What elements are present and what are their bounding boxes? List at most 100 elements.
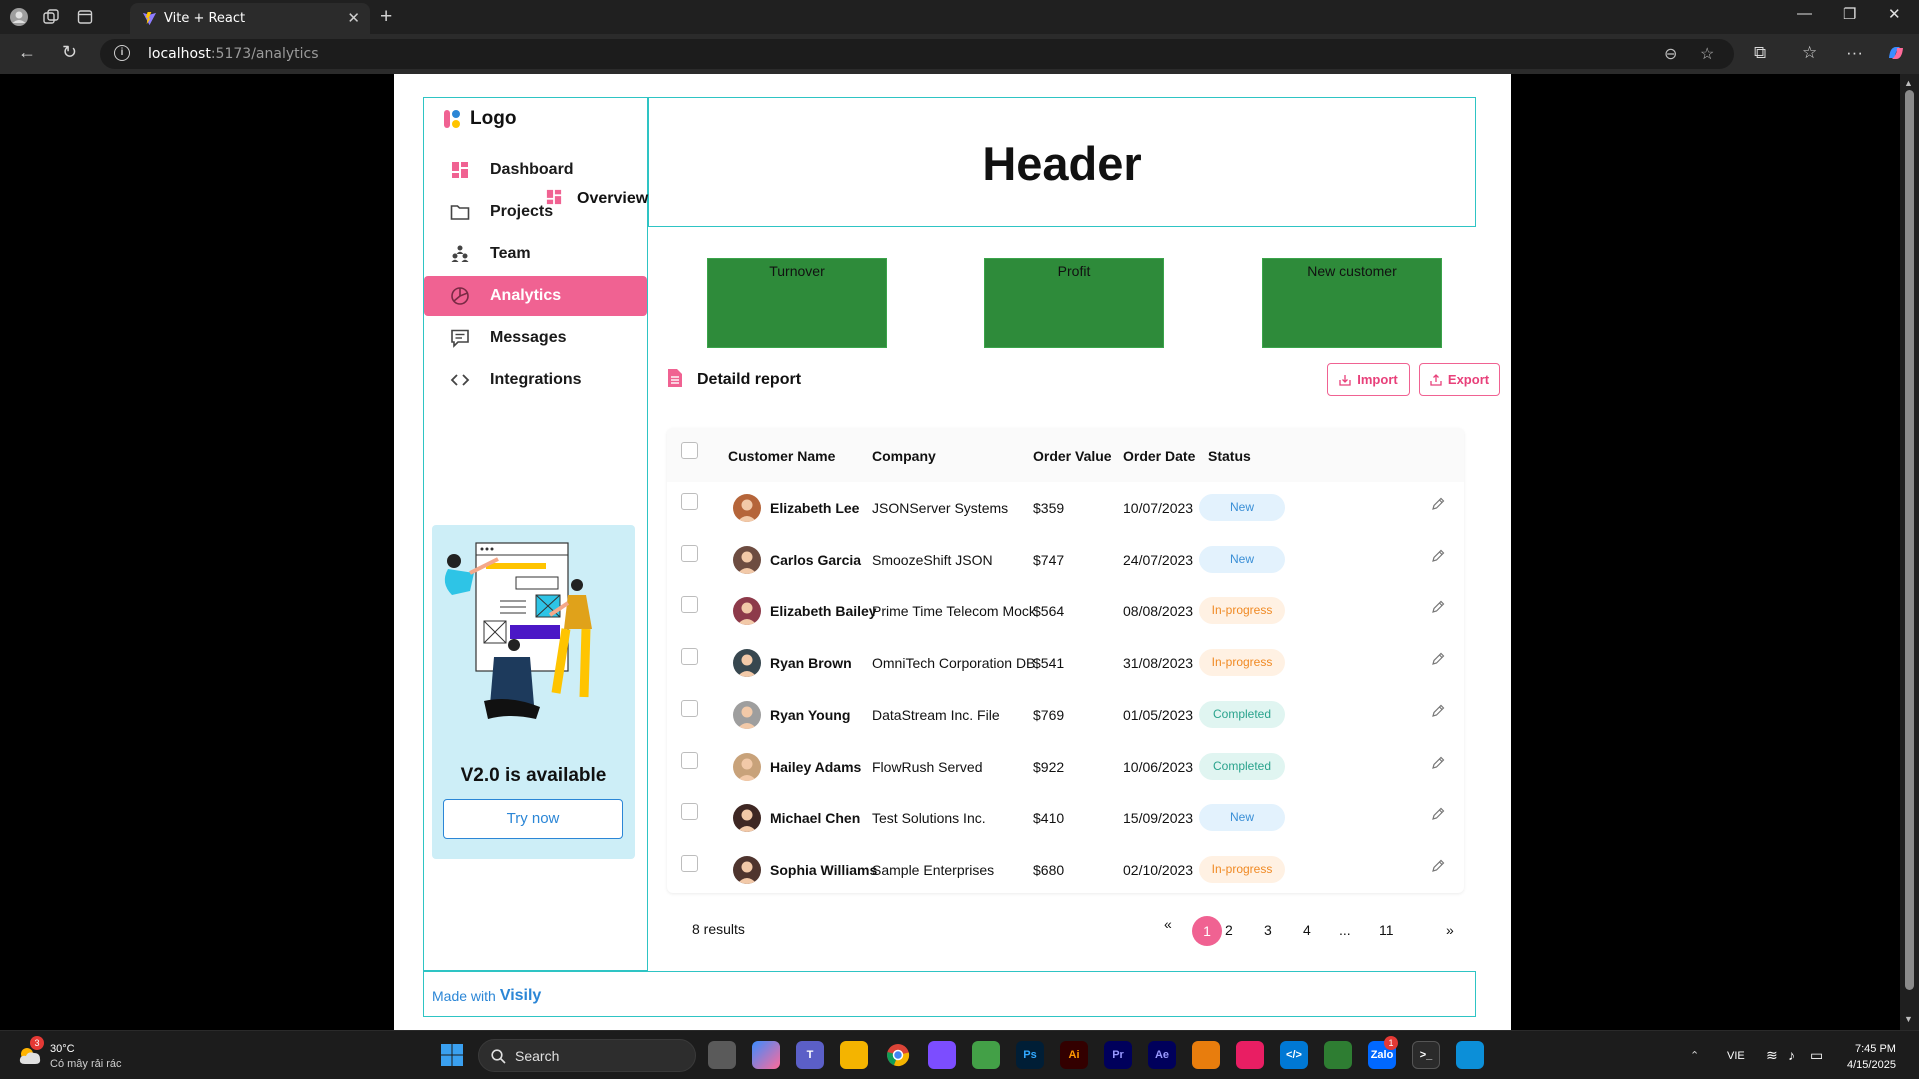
favorite-star-icon[interactable]: ☆ (1700, 44, 1714, 64)
app-icon[interactable] (928, 1041, 956, 1069)
pagination-page-2[interactable]: 2 (1225, 922, 1233, 938)
edit-pencil-icon[interactable] (1430, 548, 1446, 564)
copilot-app-icon[interactable] (752, 1041, 780, 1069)
edge-icon[interactable] (1456, 1041, 1484, 1069)
task-view-icon[interactable] (708, 1041, 736, 1069)
blender-icon[interactable] (1192, 1041, 1220, 1069)
table-row[interactable]: Elizabeth Bailey Prime Time Telecom Mock $… (667, 585, 1464, 637)
volume-icon[interactable]: ♪ (1788, 1047, 1795, 1063)
teams-icon[interactable]: T (796, 1041, 824, 1069)
after-effects-icon[interactable]: Ae (1148, 1041, 1176, 1069)
workspaces-icon[interactable] (40, 6, 62, 28)
table-row[interactable]: Sophia Williams Sample Enterprises $680 02/… (667, 844, 1464, 896)
col-customer-name[interactable]: Customer Name (728, 448, 835, 464)
edit-pencil-icon[interactable] (1430, 703, 1446, 719)
col-company[interactable]: Company (872, 448, 936, 464)
row-checkbox[interactable] (681, 493, 698, 510)
scroll-thumb[interactable] (1905, 90, 1914, 990)
row-checkbox[interactable] (681, 854, 698, 872)
battery-icon[interactable]: ▭ (1810, 1047, 1823, 1064)
export-button[interactable]: Export (1419, 363, 1500, 396)
sidebar-item-dashboard[interactable]: Dashboard (424, 150, 647, 190)
made-with-visily[interactable]: Made with Visily (432, 987, 541, 1005)
turnover-card[interactable]: Turnover (707, 258, 887, 348)
browser-tab-active[interactable]: Vite + React ✕ (130, 3, 370, 34)
pagination-page-1[interactable]: 1 (1192, 916, 1222, 946)
start-icon[interactable] (438, 1041, 466, 1069)
edit-pencil-icon[interactable] (1430, 755, 1446, 771)
chrome-icon[interactable] (884, 1041, 912, 1069)
col-status[interactable]: Status (1208, 448, 1251, 464)
card-label: Profit (1057, 263, 1091, 279)
col-order-value[interactable]: Order Value (1033, 448, 1112, 464)
copilot-icon[interactable] (1886, 43, 1906, 68)
edit-pencil-icon[interactable] (1430, 496, 1446, 512)
window-close-icon[interactable]: ✕ (1888, 5, 1901, 23)
logo[interactable]: Logo (442, 108, 516, 130)
sidebar-item-analytics[interactable]: Analytics (424, 276, 647, 316)
pagination-next[interactable]: » (1446, 922, 1454, 938)
row-checkbox[interactable] (681, 699, 698, 717)
refresh-icon[interactable]: ↻ (62, 42, 77, 63)
illustrator-icon[interactable]: Ai (1060, 1041, 1088, 1069)
row-checkbox[interactable] (681, 544, 698, 562)
table-row[interactable]: Elizabeth Lee JSONServer Systems $359 10/07… (667, 482, 1464, 534)
new-customer-card[interactable]: New customer (1262, 258, 1442, 348)
table-row[interactable]: Michael Chen Test Solutions Inc. $410 15/09… (667, 792, 1464, 844)
table-row[interactable]: Ryan Brown OmniTech Corporation DB $541 31/… (667, 637, 1464, 689)
more-icon[interactable]: ··· (1846, 43, 1863, 63)
tray-chevron-icon[interactable]: ⌃ (1690, 1049, 1699, 1062)
taskbar-search[interactable]: Search (478, 1039, 696, 1072)
clock-date[interactable]: 4/15/2025 (1847, 1059, 1896, 1071)
pagination-page-3[interactable]: 3 (1264, 922, 1272, 938)
sidebar-item-team[interactable]: Team (424, 234, 647, 274)
pagination-page-4[interactable]: 4 (1303, 922, 1311, 938)
clock-time[interactable]: 7:45 PM (1855, 1043, 1896, 1055)
terminal-icon[interactable]: >_ (1412, 1041, 1440, 1069)
edit-pencil-icon[interactable] (1430, 599, 1446, 615)
new-tab-icon[interactable]: + (380, 5, 392, 29)
app-green-icon[interactable] (972, 1041, 1000, 1069)
language-indicator[interactable]: VIE (1727, 1050, 1745, 1062)
page-scrollbar[interactable]: ▲ ▼ (1900, 74, 1919, 1030)
minimize-icon[interactable]: — (1797, 5, 1812, 22)
row-checkbox[interactable] (681, 751, 698, 769)
pagination-prev[interactable]: « (1164, 916, 1172, 932)
edit-pencil-icon[interactable] (1430, 651, 1446, 667)
address-bar[interactable]: i localhost:5173/analytics ⊖ ☆ (100, 39, 1734, 69)
info-icon[interactable]: i (114, 45, 130, 61)
favorites-icon[interactable]: ☆ (1802, 43, 1817, 63)
zoom-icon[interactable]: ⊖ (1664, 44, 1677, 64)
restore-icon[interactable]: ❐ (1843, 5, 1856, 23)
tab-actions-icon[interactable] (74, 6, 96, 28)
table-row[interactable]: Carlos Garcia SmoozeShift JSON $747 24/07/2… (667, 534, 1464, 586)
row-checkbox[interactable] (681, 648, 698, 666)
wechat-icon[interactable] (1324, 1041, 1352, 1069)
import-button[interactable]: Import (1327, 363, 1410, 396)
pagination-page-11[interactable]: 11 (1379, 922, 1394, 938)
tab-close-icon[interactable]: ✕ (347, 9, 360, 27)
sidebar-item-integrations[interactable]: Integrations (424, 360, 647, 400)
edit-pencil-icon[interactable] (1430, 858, 1446, 874)
try-now-button[interactable]: Try now (443, 799, 623, 839)
app-pink-icon[interactable] (1236, 1041, 1264, 1069)
row-checkbox[interactable] (681, 803, 698, 821)
row-checkbox[interactable] (681, 596, 698, 614)
photoshop-icon[interactable]: Ps (1016, 1041, 1044, 1069)
table-row[interactable]: Ryan Young DataStream Inc. File $769 01/05/… (667, 689, 1464, 741)
col-order-date[interactable]: Order Date (1123, 448, 1195, 464)
extensions-icon[interactable]: ⧉ (1754, 43, 1766, 63)
sidebar-item-messages[interactable]: Messages (424, 318, 647, 358)
edit-pencil-icon[interactable] (1430, 806, 1446, 822)
profit-card[interactable]: Profit (984, 258, 1164, 348)
table-row[interactable]: Hailey Adams FlowRush Served $922 10/06/202… (667, 741, 1464, 793)
premiere-icon[interactable]: Pr (1104, 1041, 1132, 1069)
vscode-icon[interactable]: </> (1280, 1041, 1308, 1069)
back-icon[interactable]: ← (18, 42, 36, 63)
profile-icon[interactable] (8, 6, 30, 28)
order-date: 02/10/2023 (1123, 861, 1194, 878)
select-all-checkbox[interactable] (681, 442, 698, 459)
file-explorer-icon[interactable] (840, 1041, 868, 1069)
url-text[interactable]: localhost:5173/analytics (148, 46, 318, 62)
wifi-icon[interactable]: ≋ (1766, 1047, 1778, 1064)
